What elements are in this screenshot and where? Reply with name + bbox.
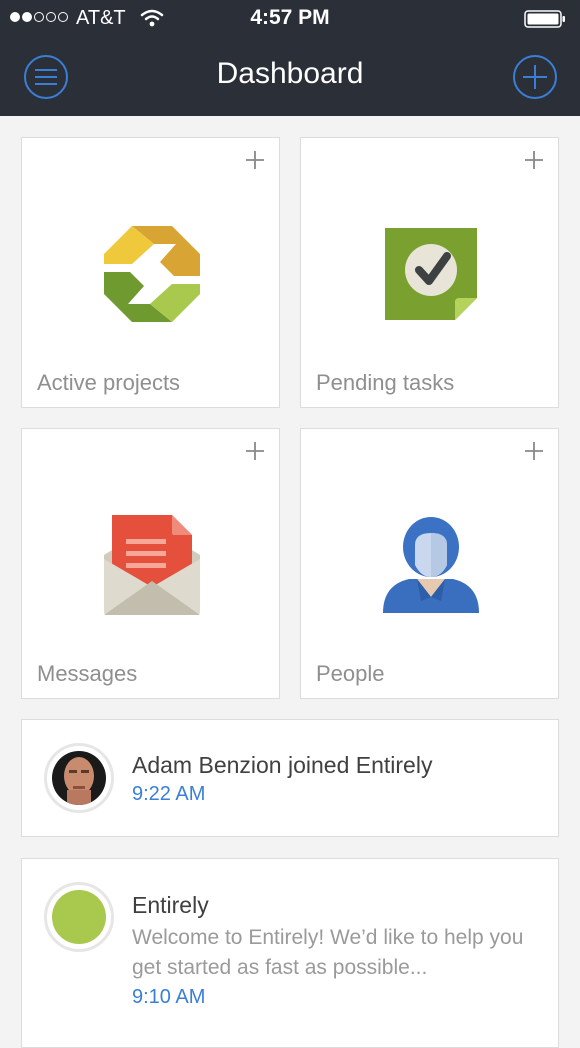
tile-label: Active projects — [37, 370, 181, 395]
tile-messages[interactable]: Messages — [21, 428, 280, 699]
feed-item-time: 9:22 AM — [132, 783, 206, 805]
person-icon — [383, 517, 479, 613]
page-title: Dashboard — [216, 57, 364, 90]
tile-label: Messages — [37, 661, 138, 686]
feed-item-message: Welcome to Entirely! We’d like to help y… — [132, 926, 524, 979]
plus-icon — [523, 65, 547, 89]
checkmark-note-icon — [385, 228, 477, 320]
tile-people[interactable]: People — [300, 428, 559, 699]
clock: 4:57 PM — [250, 6, 330, 29]
battery-icon — [524, 10, 565, 28]
user-photo-icon — [52, 751, 106, 805]
tile-label: People — [316, 661, 385, 686]
add-person-icon[interactable] — [524, 441, 544, 461]
add-task-icon[interactable] — [524, 150, 544, 170]
feed-item-title: Entirely — [132, 892, 209, 918]
feed-item[interactable]: Entirely Welcome to Entirely! We’d like … — [21, 858, 559, 1048]
avatar — [44, 882, 114, 952]
tile-active-projects[interactable]: Active projects — [21, 137, 280, 408]
add-button[interactable] — [513, 55, 557, 99]
avatar-color-dot — [52, 890, 106, 944]
refresh-arrows-icon — [104, 226, 200, 322]
status-bar: AT&T 4:57 PM — [0, 0, 580, 36]
top-bar: AT&T 4:57 PM Dashboard — [0, 0, 580, 116]
feed-item-time: 9:10 AM — [132, 986, 206, 1008]
avatar — [44, 743, 114, 813]
add-message-icon[interactable] — [245, 441, 265, 461]
add-project-icon[interactable] — [245, 150, 265, 170]
envelope-letter-icon — [104, 515, 200, 615]
feed-item-title: Adam Benzion joined Entirely — [132, 752, 433, 778]
feed-item[interactable]: Adam Benzion joined Entirely 9:22 AM — [21, 719, 559, 837]
tile-label: Pending tasks — [316, 370, 455, 395]
tile-pending-tasks[interactable]: Pending tasks — [300, 137, 559, 408]
